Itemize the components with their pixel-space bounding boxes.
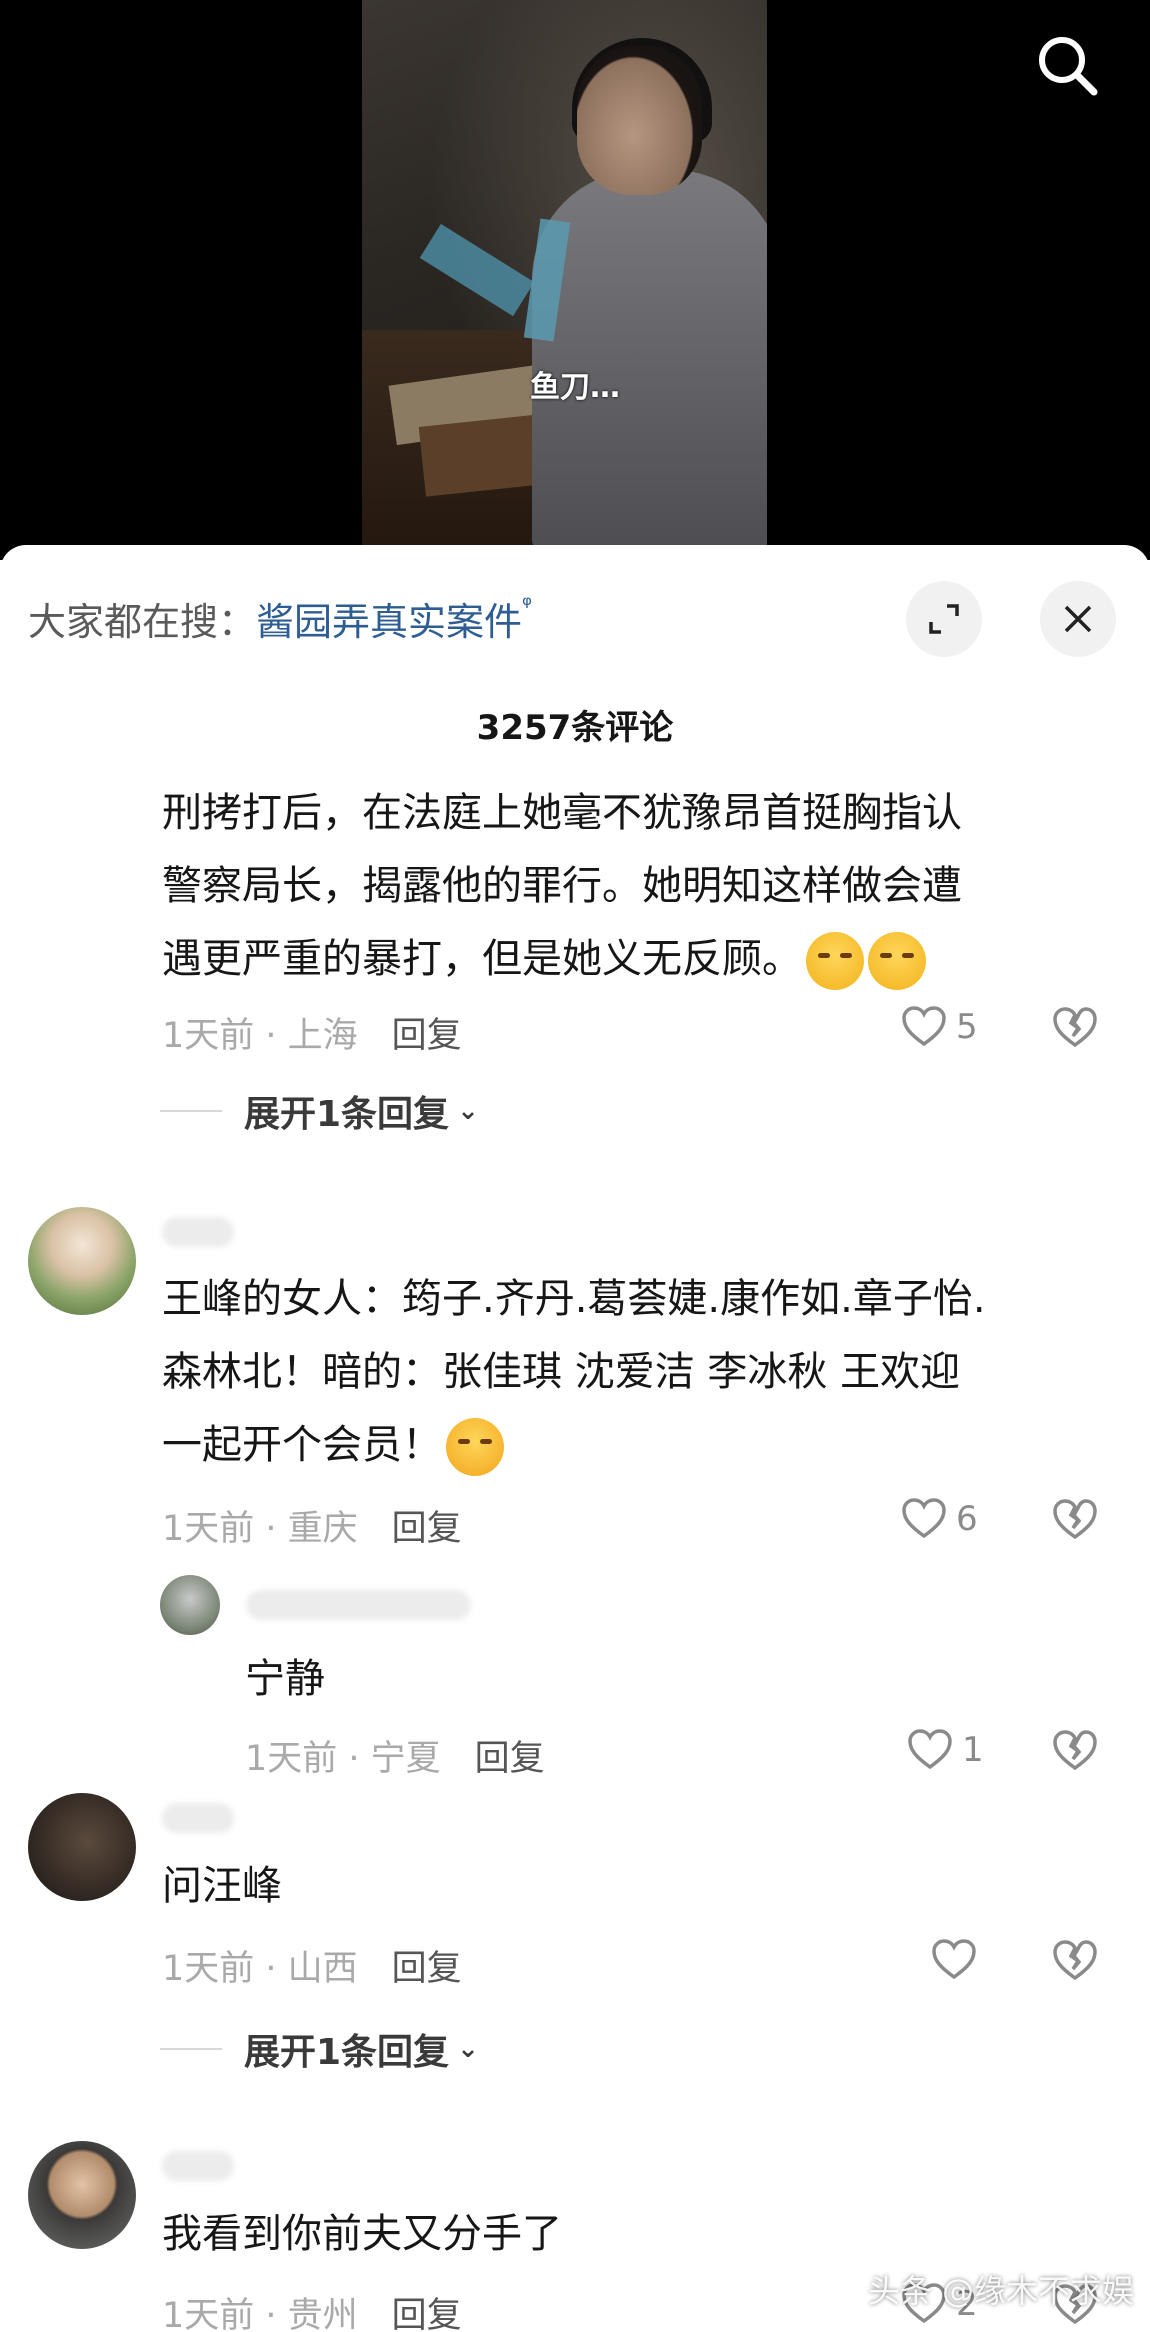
avatar[interactable] xyxy=(28,1793,136,1901)
username-blurred xyxy=(246,1590,471,1620)
reply-button[interactable]: 回复 xyxy=(392,2296,462,2332)
comment-text: 刑拷打后，在法庭上她毫不犹豫昂首挺胸指认 警察局长，揭露他的罪行。她明知这样做会… xyxy=(162,777,962,996)
like-button[interactable] xyxy=(930,1936,986,1984)
comment-meta: 1天前 · 贵州 回复 xyxy=(162,2287,462,2332)
comment-meta: 1天前 · 重庆 回复 xyxy=(162,1509,462,1549)
comment-text: 问汪峰 xyxy=(162,1863,282,1909)
annoyed-emoji xyxy=(868,932,926,990)
laughing-emoji xyxy=(446,1418,504,1476)
username-blurred xyxy=(162,2151,234,2181)
heart-icon xyxy=(908,1729,952,1770)
heart-icon xyxy=(932,1939,976,1980)
like-count: 6 xyxy=(956,1499,978,1539)
expand-replies-button[interactable]: 展开1条回复 ⌄ xyxy=(160,2023,479,2075)
video-player[interactable]: 鱼刀… xyxy=(0,0,1150,560)
comment-text: 我看到你前夫又分手了 xyxy=(162,2211,562,2257)
close-icon xyxy=(1064,605,1092,633)
search-icon[interactable] xyxy=(1032,30,1102,100)
like-button[interactable]: 1 xyxy=(906,1726,984,1774)
expand-replies-button[interactable]: 展开1条回复 ⌄ xyxy=(160,1085,479,1137)
video-subtitle: 鱼刀… xyxy=(530,370,620,405)
divider xyxy=(160,2048,222,2050)
comment-text: 宁静 xyxy=(245,1656,325,1702)
avatar[interactable] xyxy=(28,1207,136,1315)
comment-meta: 1天前 · 上海 回复 xyxy=(162,1016,462,1056)
trending-prefix: 大家都在搜： xyxy=(28,600,257,644)
avatar[interactable] xyxy=(28,2141,136,2249)
comment-meta: 1天前 · 宁夏 回复 xyxy=(245,1739,545,1779)
comments-panel: 大家都在搜：酱园弄真实案件ᵠ 3257条评论 刑拷打后，在法庭上她毫不犹豫昂首挺… xyxy=(0,545,1150,2332)
close-button[interactable] xyxy=(1040,581,1116,657)
reply-button[interactable]: 回复 xyxy=(475,1739,545,1779)
expand-button[interactable] xyxy=(906,581,982,657)
chevron-down-icon: ⌄ xyxy=(457,1096,479,1126)
comment-meta: 1天前 · 山西 回复 xyxy=(162,1949,462,1989)
comment-text: 王峰的女人：筠子.齐丹.葛荟婕.康作如.章子怡. 森林北！暗的：张佳琪 沈爱洁 … xyxy=(162,1263,986,1482)
reply-button[interactable]: 回复 xyxy=(392,1016,462,1056)
trending-query-link[interactable]: 酱园弄真实案件 xyxy=(256,600,522,644)
dislike-icon[interactable] xyxy=(1050,1935,1100,1985)
divider xyxy=(160,1110,222,1112)
comment-count: 3257条评论 xyxy=(476,708,674,748)
video-frame xyxy=(362,0,767,545)
trending-search[interactable]: 大家都在搜：酱园弄真实案件ᵠ xyxy=(28,591,532,646)
reply-button[interactable]: 回复 xyxy=(392,1949,462,1989)
search-small-icon: ᵠ xyxy=(522,591,533,619)
dislike-icon[interactable] xyxy=(1050,1494,1100,1544)
like-count: 5 xyxy=(956,1007,978,1047)
username-blurred xyxy=(162,1217,234,1247)
heart-icon xyxy=(902,1498,946,1539)
like-button[interactable]: 6 xyxy=(900,1495,978,1543)
dislike-icon[interactable] xyxy=(1050,1002,1100,1052)
like-button[interactable]: 5 xyxy=(900,1003,978,1051)
heart-icon xyxy=(902,1006,946,1047)
dislike-icon[interactable] xyxy=(1050,1725,1100,1775)
reply-button[interactable]: 回复 xyxy=(392,1509,462,1549)
annoyed-emoji xyxy=(806,932,864,990)
watermark: 头条 @缘木不求娱 xyxy=(867,2272,1134,2310)
like-count: 1 xyxy=(962,1730,984,1770)
expand-icon xyxy=(929,604,959,634)
chevron-down-icon: ⌄ xyxy=(457,2034,479,2064)
username-blurred xyxy=(162,1803,234,1833)
avatar[interactable] xyxy=(160,1575,220,1635)
